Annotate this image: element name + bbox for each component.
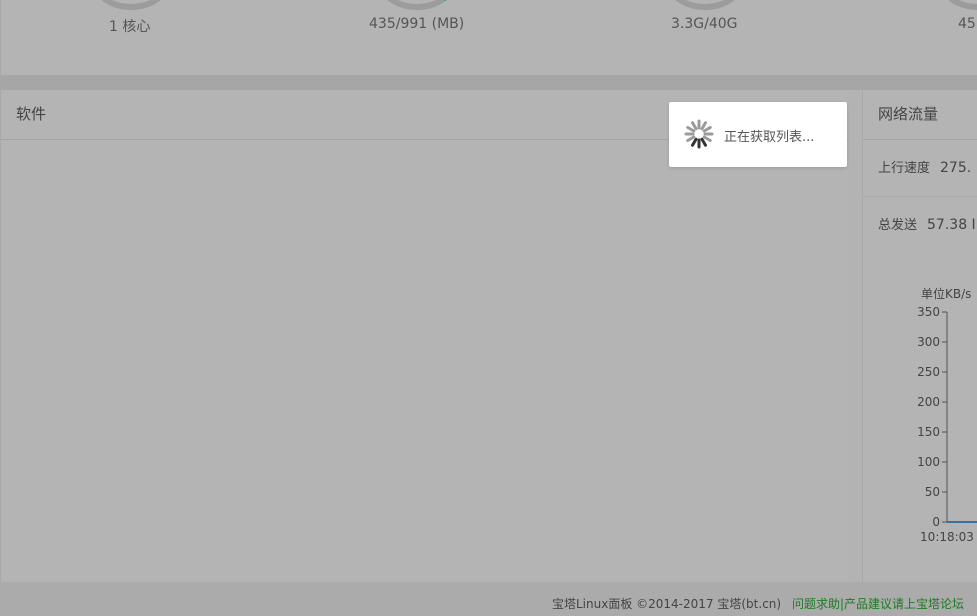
upload-speed-row: 上行速度 275. <box>863 140 977 197</box>
total-sent-row: 总发送 57.38 I <box>863 197 977 253</box>
memory-gauge-label: 435/991 (MB) <box>369 16 465 32</box>
upload-speed-label: 上行速度 <box>878 161 931 176</box>
spinner-segment <box>691 137 698 147</box>
total-sent-value: 57.38 I <box>927 217 976 233</box>
footer-help-link[interactable]: 问题求助|产品建议请上宝塔论坛 <box>792 595 964 612</box>
chart-x-tick-label: 10:18:03 <box>920 530 974 544</box>
spinner-segment <box>702 126 712 133</box>
memory-gauge-ring <box>380 0 454 10</box>
chart-y-tick-label: 300 <box>917 335 940 349</box>
network-panel: 网络流量 上行速度 275. 总发送 57.38 I 单位KB/s 350 300 25… <box>862 90 977 582</box>
disk-gauge-ring <box>668 0 742 10</box>
loading-dialog: 正在获取列表... <box>669 102 847 167</box>
spinner-segment <box>700 137 707 147</box>
chart-y-tick-label: 350 <box>917 305 940 319</box>
disk-gauge-label: 3.3G/40G <box>671 16 738 32</box>
cpu-gauge-ring <box>94 0 168 10</box>
loading-spinner-icon <box>684 119 714 149</box>
chart-y-tick-label: 100 <box>917 455 940 469</box>
cpu-gauge-label: 1 核心 <box>109 19 151 35</box>
footer: 宝塔Linux面板 ©2014-2017 宝塔(bt.cn) 问题求助|产品建议… <box>0 582 977 616</box>
disk2-gauge-label: 45 <box>958 16 976 32</box>
disk2-gauge-ring <box>941 0 977 10</box>
total-sent-label: 总发送 <box>878 218 918 233</box>
spinner-segment <box>702 135 712 142</box>
spinner-segment <box>700 121 707 131</box>
chart-y-tick-label: 200 <box>917 395 940 409</box>
chart-y-tick-label: 50 <box>925 485 940 499</box>
chart-y-tick-label: 0 <box>932 515 940 529</box>
network-traffic-chart: 350 300 250 200 150 100 50 010:18:03 <box>917 305 977 544</box>
footer-copyright: 宝塔Linux面板 ©2014-2017 宝塔(bt.cn) <box>552 597 782 611</box>
chart-y-tick-label: 150 <box>917 425 940 439</box>
spinner-segment <box>686 126 696 133</box>
loading-text: 正在获取列表... <box>724 130 815 145</box>
network-panel-title: 网络流量 <box>863 90 977 140</box>
upload-speed-value: 275. <box>940 160 972 176</box>
spinner-segment <box>686 135 696 142</box>
section-divider <box>0 75 977 90</box>
status-gauges-strip: 1 核心 435/991 (MB) 3.3G/40G 45 <box>0 0 977 75</box>
spinner-segment <box>691 121 698 131</box>
chart-y-tick-label: 250 <box>917 365 940 379</box>
